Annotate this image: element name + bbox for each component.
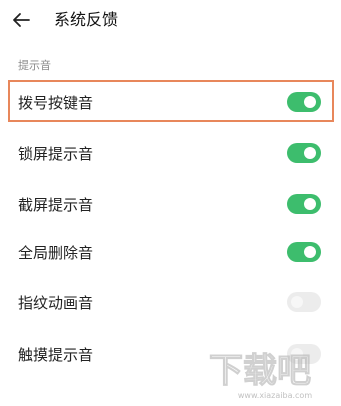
setting-row-screenshot-tone[interactable]: 截屏提示音 <box>0 182 341 228</box>
screenshot-tone-toggle[interactable] <box>287 194 321 214</box>
header-bar: 系统反馈 <box>0 0 341 44</box>
toggle-knob <box>304 198 316 210</box>
lock-screen-tone-toggle[interactable] <box>287 143 321 163</box>
setting-label: 拨号按键音 <box>18 94 94 112</box>
setting-row-dial-pad-tone[interactable]: 拨号按键音 <box>0 80 341 126</box>
toggle-knob <box>304 147 316 159</box>
setting-label: 锁屏提示音 <box>18 145 94 163</box>
setting-label: 截屏提示音 <box>18 196 94 214</box>
setting-label: 指纹动画音 <box>18 294 94 312</box>
setting-row-global-delete-tone[interactable]: 全局删除音 <box>0 230 341 276</box>
toggle-knob <box>291 296 303 308</box>
setting-label: 全局删除音 <box>18 244 94 262</box>
setting-label: 触摸提示音 <box>18 346 94 364</box>
toggle-knob <box>304 96 316 108</box>
dial-pad-tone-toggle[interactable] <box>287 92 321 112</box>
watermark-url: www.xiazaiba.com <box>238 391 312 400</box>
toggle-knob <box>304 246 316 258</box>
section-label: 提示音 <box>18 59 51 72</box>
fingerprint-animation-tone-toggle[interactable] <box>287 292 321 312</box>
setting-row-lock-screen-tone[interactable]: 锁屏提示音 <box>0 131 341 177</box>
touch-tone-toggle[interactable] <box>287 344 321 364</box>
page-title: 系统反馈 <box>54 10 119 29</box>
back-arrow-icon[interactable] <box>10 9 32 31</box>
setting-row-fingerprint-animation-tone[interactable]: 指纹动画音 <box>0 280 341 326</box>
toggle-knob <box>291 348 303 360</box>
global-delete-tone-toggle[interactable] <box>287 242 321 262</box>
setting-row-touch-tone[interactable]: 触摸提示音 <box>0 332 341 378</box>
